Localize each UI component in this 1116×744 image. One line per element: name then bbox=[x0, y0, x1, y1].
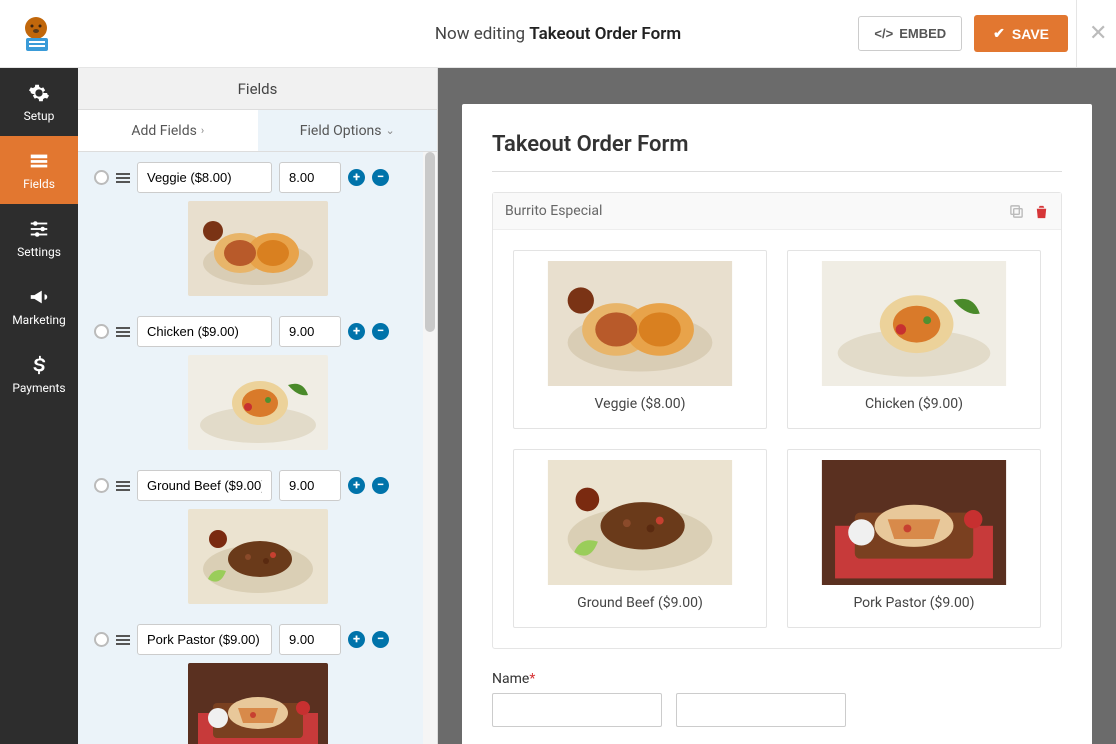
sidebar-item-payments[interactable]: Payments bbox=[0, 340, 78, 408]
choice-image bbox=[524, 261, 756, 386]
option-row: + − bbox=[78, 152, 437, 296]
add-option-button[interactable]: + bbox=[348, 631, 365, 648]
default-radio[interactable] bbox=[94, 478, 109, 493]
tab-add-fields[interactable]: Add Fields › bbox=[78, 110, 258, 151]
option-label-input[interactable] bbox=[137, 316, 272, 347]
bullhorn-icon bbox=[28, 286, 50, 308]
remove-option-button[interactable]: − bbox=[372, 169, 389, 186]
form-card: Takeout Order Form Burrito Especial Vegg… bbox=[462, 104, 1092, 744]
default-radio[interactable] bbox=[94, 632, 109, 647]
sidebar-item-settings[interactable]: Settings bbox=[0, 204, 78, 272]
drag-handle-icon[interactable] bbox=[116, 635, 130, 645]
option-image[interactable] bbox=[188, 509, 328, 604]
tab-field-options[interactable]: Field Options ⌄ bbox=[258, 110, 438, 151]
top-bar: Now editing Takeout Order Form </> EMBED… bbox=[0, 0, 1116, 68]
chevron-down-icon: ⌄ bbox=[386, 124, 395, 137]
check-icon: ✔ bbox=[993, 25, 1005, 42]
option-image[interactable] bbox=[188, 355, 328, 450]
panel-header: Fields bbox=[78, 68, 437, 110]
choice-ground-beef[interactable]: Ground Beef ($9.00) bbox=[513, 449, 767, 628]
delete-icon[interactable] bbox=[1034, 204, 1049, 219]
option-label-input[interactable] bbox=[137, 624, 272, 655]
choice-image bbox=[798, 261, 1030, 386]
remove-option-button[interactable]: − bbox=[372, 631, 389, 648]
drag-handle-icon[interactable] bbox=[116, 327, 130, 337]
editing-label: Now editing Takeout Order Form bbox=[435, 24, 681, 44]
close-button[interactable]: ✕ bbox=[1076, 0, 1116, 68]
drag-handle-icon[interactable] bbox=[116, 481, 130, 491]
name-field: Name* bbox=[492, 671, 1062, 727]
option-row: + − bbox=[78, 614, 437, 744]
chevron-right-icon: › bbox=[201, 124, 204, 137]
sliders-icon bbox=[28, 218, 50, 240]
duplicate-icon[interactable] bbox=[1009, 204, 1024, 219]
remove-option-button[interactable]: − bbox=[372, 323, 389, 340]
panel-tabs: Add Fields › Field Options ⌄ bbox=[78, 110, 437, 152]
option-image[interactable] bbox=[188, 201, 328, 296]
save-button[interactable]: ✔ SAVE bbox=[974, 15, 1068, 52]
option-price-input[interactable] bbox=[279, 162, 341, 193]
add-option-button[interactable]: + bbox=[348, 323, 365, 340]
form-title: Takeout Order Form bbox=[492, 132, 1062, 157]
option-price-input[interactable] bbox=[279, 470, 341, 501]
option-label-input[interactable] bbox=[137, 162, 272, 193]
option-row: + − bbox=[78, 306, 437, 450]
options-panel: Fields Add Fields › Field Options ⌄ + − bbox=[78, 68, 438, 744]
drag-handle-icon[interactable] bbox=[116, 173, 130, 183]
sidebar-item-setup[interactable]: Setup bbox=[0, 68, 78, 136]
add-option-button[interactable]: + bbox=[348, 477, 365, 494]
options-list[interactable]: + − + − bbox=[78, 152, 437, 744]
option-label-input[interactable] bbox=[137, 470, 272, 501]
divider bbox=[492, 171, 1062, 172]
gear-icon bbox=[28, 82, 50, 104]
scrollbar-thumb[interactable] bbox=[425, 152, 435, 332]
sidebar-item-marketing[interactable]: Marketing bbox=[0, 272, 78, 340]
first-name-input[interactable] bbox=[492, 693, 662, 727]
remove-option-button[interactable]: − bbox=[372, 477, 389, 494]
code-icon: </> bbox=[874, 26, 893, 41]
choice-pork-pastor[interactable]: Pork Pastor ($9.00) bbox=[787, 449, 1041, 628]
fields-icon bbox=[28, 150, 50, 172]
form-preview-canvas[interactable]: Takeout Order Form Burrito Especial Vegg… bbox=[438, 68, 1116, 744]
left-sidebar: Setup Fields Settings Marketing Payments bbox=[0, 68, 78, 744]
option-price-input[interactable] bbox=[279, 624, 341, 655]
field-block-burrito[interactable]: Burrito Especial Veggie ($8.00) Chicken … bbox=[492, 192, 1062, 649]
choice-veggie[interactable]: Veggie ($8.00) bbox=[513, 250, 767, 429]
default-radio[interactable] bbox=[94, 170, 109, 185]
option-price-input[interactable] bbox=[279, 316, 341, 347]
name-label: Name* bbox=[492, 671, 1062, 687]
option-image[interactable] bbox=[188, 663, 328, 744]
dollar-icon bbox=[28, 354, 50, 376]
scrollbar[interactable] bbox=[423, 152, 437, 744]
field-block-title: Burrito Especial bbox=[505, 203, 602, 219]
last-name-input[interactable] bbox=[676, 693, 846, 727]
choice-image bbox=[798, 460, 1030, 585]
sidebar-item-fields[interactable]: Fields bbox=[0, 136, 78, 204]
add-option-button[interactable]: + bbox=[348, 169, 365, 186]
choice-chicken[interactable]: Chicken ($9.00) bbox=[787, 250, 1041, 429]
default-radio[interactable] bbox=[94, 324, 109, 339]
embed-button[interactable]: </> EMBED bbox=[858, 16, 962, 51]
wpforms-logo bbox=[16, 14, 56, 54]
choice-image bbox=[524, 460, 756, 585]
option-row: + − bbox=[78, 460, 437, 604]
